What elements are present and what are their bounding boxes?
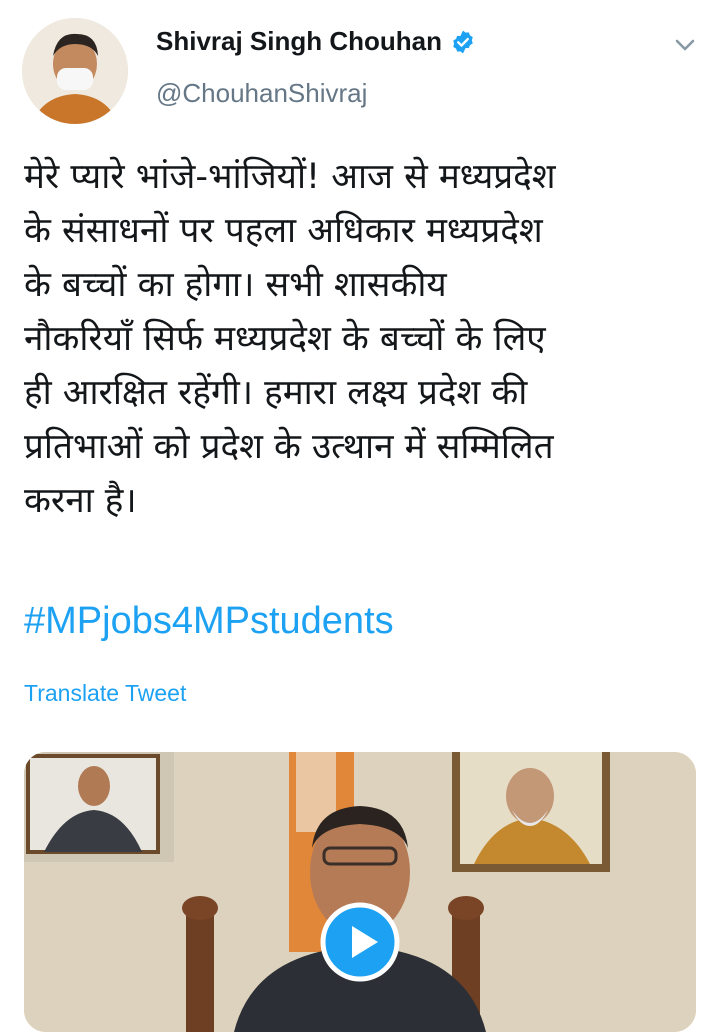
chevron-down-icon[interactable] xyxy=(672,32,698,58)
avatar[interactable] xyxy=(22,18,128,124)
tweet-text-line: ही आरक्षित रहेंगी। हमारा लक्ष्य प्रदेश क… xyxy=(24,373,528,413)
tweet-text-line: मेरे प्यारे भांजे-भांजियों! आज से मध्यप्… xyxy=(24,157,556,197)
video-thumbnail xyxy=(24,752,696,1032)
user-handle[interactable]: @ChouhanShivraj xyxy=(156,78,367,109)
display-name[interactable]: Shivraj Singh Chouhan xyxy=(156,26,442,57)
play-icon[interactable] xyxy=(320,902,400,982)
verified-badge-icon xyxy=(450,29,476,55)
tweet-text-line: प्रतिभाओं को प्रदेश के उत्थान में सम्मिल… xyxy=(24,427,554,467)
translate-tweet-link[interactable]: Translate Tweet xyxy=(24,680,186,707)
tweet-text-line: नौकरियाँ सिर्फ मध्यप्रदेश के बच्चों के ल… xyxy=(24,319,546,359)
tweet-text-line: करना है। xyxy=(24,481,137,521)
avatar-image xyxy=(22,18,128,124)
name-row: Shivraj Singh Chouhan xyxy=(156,26,476,57)
hashtag-link[interactable]: #MPjobs4MPstudents xyxy=(24,600,394,643)
tweet-header: Shivraj Singh Chouhan @ChouhanShivraj xyxy=(0,0,720,130)
video-preview[interactable] xyxy=(24,752,696,1032)
tweet-text-line: के संसाधनों पर पहला अधिकार मध्यप्रदेश xyxy=(24,211,543,251)
tweet-text: मेरे प्यारे भांजे-भांजियों! आज से मध्यप्… xyxy=(24,150,700,528)
tweet-text-line: के बच्चों का होगा। सभी शासकीय xyxy=(24,265,447,305)
